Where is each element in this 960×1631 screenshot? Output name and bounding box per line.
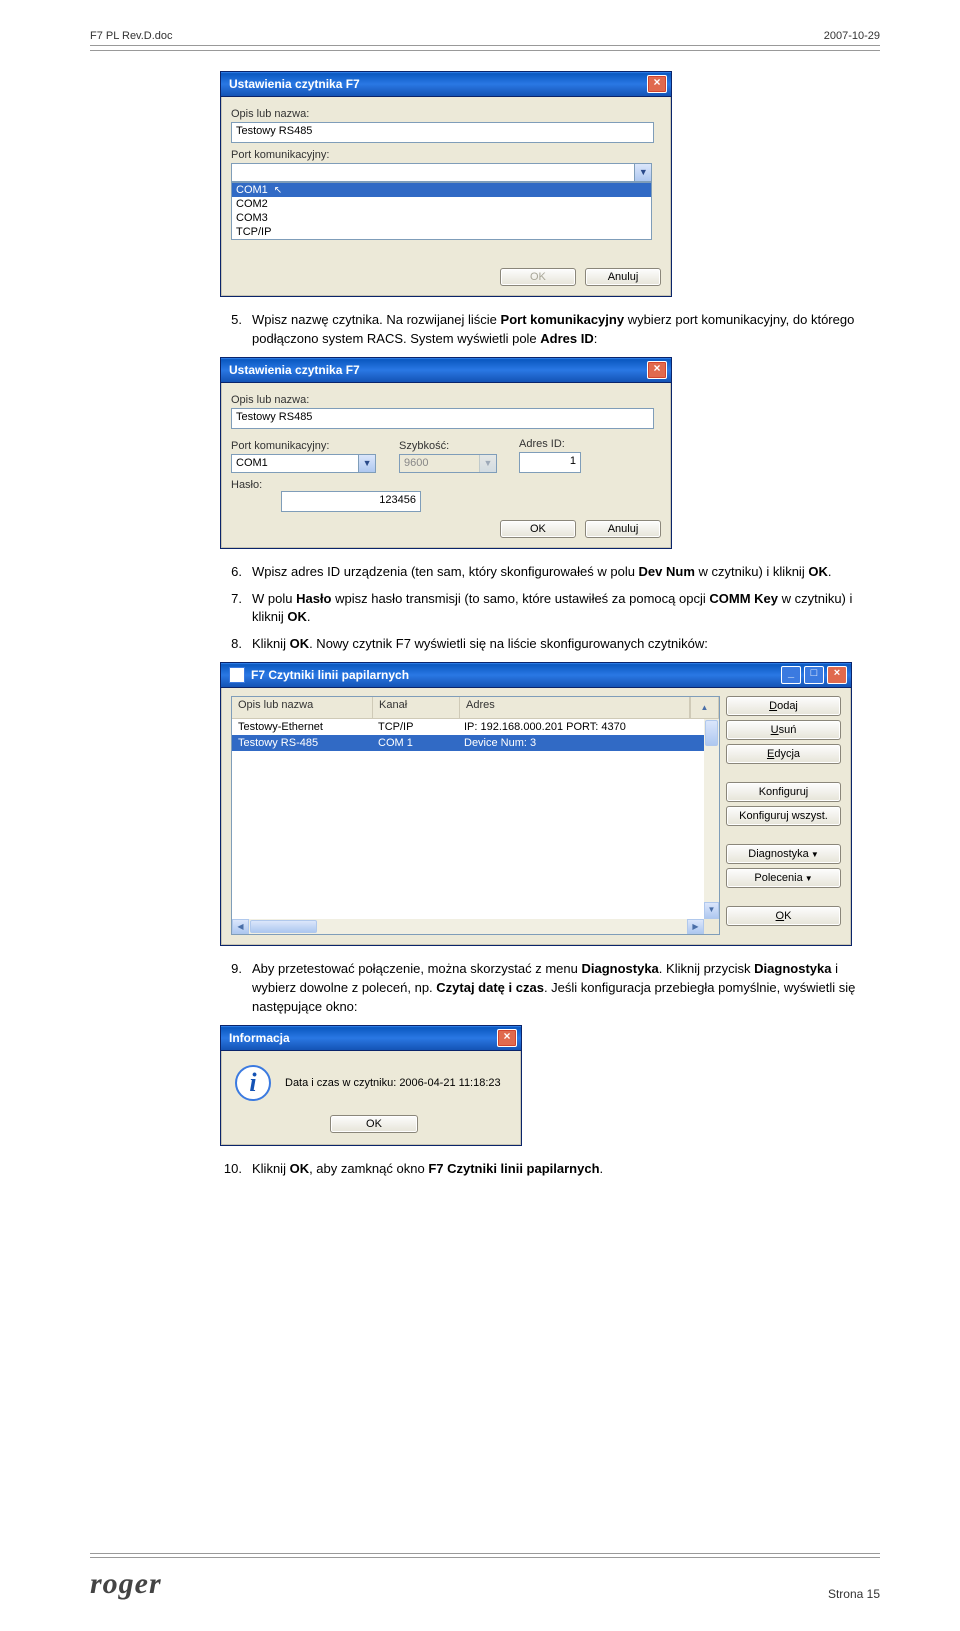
scroll-corner	[704, 919, 719, 934]
window-title: Ustawienia czytnika F7	[229, 77, 360, 91]
chevron-down-icon: ▼	[811, 850, 819, 859]
step-5: 5. Wpisz nazwę czytnika. Na rozwijanej l…	[220, 311, 860, 349]
col-opis[interactable]: Opis lub nazwa	[232, 697, 373, 718]
scroll-left-icon[interactable]: ◀	[232, 919, 249, 934]
cancel-button[interactable]: Anuluj	[585, 520, 661, 538]
step-6: 6. Wpisz adres ID urządzenia (ten sam, k…	[220, 563, 860, 582]
port-label: Port komunikacyjny:	[231, 440, 379, 452]
cancel-button[interactable]: Anuluj	[585, 268, 661, 286]
page-header: F7 PL Rev.D.doc 2007-10-29	[90, 30, 880, 46]
port-combo[interactable]: COM1 ▼	[231, 454, 376, 473]
port-option-com3[interactable]: COM3	[232, 211, 651, 225]
configure-all-button[interactable]: Konfiguruj wszyst.	[726, 806, 841, 826]
chevron-down-icon[interactable]: ▼	[634, 164, 651, 181]
header-right: 2007-10-29	[824, 30, 880, 42]
szybkosc-combo[interactable]: 9600 ▼	[399, 454, 497, 473]
scroll-up-icon[interactable]: ▲	[690, 697, 719, 718]
port-option-tcpip[interactable]: TCP/IP	[232, 225, 651, 239]
ok-button[interactable]: OK	[330, 1115, 418, 1133]
scroll-thumb[interactable]	[250, 920, 317, 933]
haslo-field[interactable]: 123456	[281, 491, 421, 512]
window-title: Informacja	[229, 1031, 290, 1045]
adres-label: Adres ID:	[519, 438, 599, 450]
szybkosc-label: Szybkość:	[399, 440, 499, 452]
delete-button[interactable]: Usuń	[726, 720, 841, 740]
port-dropdown: COM1↖ COM2 COM3 TCP/IP	[231, 182, 652, 240]
edit-button[interactable]: Edycja	[726, 744, 841, 764]
step-num: 5.	[220, 311, 242, 349]
opis-field[interactable]: Testowy RS485	[231, 122, 654, 143]
titlebar[interactable]: F7 Czytniki linii papilarnych _ □ ×	[221, 663, 851, 688]
close-icon[interactable]: ×	[647, 75, 667, 93]
chevron-down-icon[interactable]: ▼	[358, 455, 375, 472]
titlebar[interactable]: Ustawienia czytnika F7 ×	[221, 72, 671, 97]
chevron-down-icon: ▼	[805, 874, 813, 883]
header-left: F7 PL Rev.D.doc	[90, 30, 173, 42]
ok-button[interactable]: OK	[726, 906, 841, 926]
port-combo[interactable]: ▼ COM1↖ COM2 COM3 TCP/IP	[231, 163, 652, 182]
side-buttons: Dodaj Usuń Edycja Konfiguruj Konfiguruj …	[726, 696, 841, 935]
grid-header: Opis lub nazwa Kanał Adres ▲	[232, 697, 719, 719]
scroll-right-icon[interactable]: ▶	[687, 919, 704, 934]
opis-label: Opis lub nazwa:	[231, 108, 661, 120]
table-row[interactable]: Testowy-Ethernet TCP/IP IP: 192.168.000.…	[232, 719, 719, 735]
window-title: Ustawienia czytnika F7	[229, 363, 360, 377]
window-title: F7 Czytniki linii papilarnych	[251, 668, 409, 682]
maximize-icon[interactable]: □	[804, 666, 824, 684]
step-7: 7. W polu Hasło wpisz hasło transmisji (…	[220, 590, 860, 628]
opis-field[interactable]: Testowy RS485	[231, 408, 654, 429]
page-number: Strona 15	[828, 1587, 880, 1601]
diagnostics-button[interactable]: Diagnostyka▼	[726, 844, 841, 864]
ok-button[interactable]: OK	[500, 268, 576, 286]
info-message: Data i czas w czytniku: 2006-04-21 11:18…	[285, 1077, 501, 1089]
add-button[interactable]: Dodaj	[726, 696, 841, 716]
step-8: 8. Kliknij OK. Nowy czytnik F7 wyświetli…	[220, 635, 860, 654]
info-icon: i	[235, 1065, 271, 1101]
col-kanal[interactable]: Kanał	[373, 697, 460, 718]
cursor-icon: ↖	[274, 185, 282, 196]
settings-window-open-combo: Ustawienia czytnika F7 × Opis lub nazwa:…	[220, 71, 672, 297]
port-option-com1[interactable]: COM1↖	[232, 183, 651, 197]
opis-label: Opis lub nazwa:	[231, 394, 661, 406]
scroll-thumb[interactable]	[705, 720, 718, 746]
port-combo-value[interactable]	[231, 163, 652, 182]
titlebar[interactable]: Ustawienia czytnika F7 ×	[221, 358, 671, 383]
chevron-down-icon[interactable]: ▼	[479, 455, 496, 472]
horizontal-scrollbar[interactable]: ◀ ▶	[232, 919, 704, 934]
readers-list-window: F7 Czytniki linii papilarnych _ □ × Opis…	[220, 662, 852, 946]
info-dialog: Informacja × i Data i czas w czytniku: 2…	[220, 1025, 522, 1146]
readers-grid: Opis lub nazwa Kanał Adres ▲ Testowy-Eth…	[231, 696, 720, 935]
minimize-icon[interactable]: _	[781, 666, 801, 684]
close-icon[interactable]: ×	[647, 361, 667, 379]
adres-field[interactable]: 1	[519, 452, 581, 473]
configure-button[interactable]: Konfiguruj	[726, 782, 841, 802]
col-adres[interactable]: Adres	[460, 697, 690, 718]
ok-button[interactable]: OK	[500, 520, 576, 538]
haslo-label: Hasło:	[231, 479, 262, 491]
close-icon[interactable]: ×	[827, 666, 847, 684]
close-icon[interactable]: ×	[497, 1029, 517, 1047]
footer-logo: roger	[90, 1567, 162, 1601]
settings-window-filled: Ustawienia czytnika F7 × Opis lub nazwa:…	[220, 357, 672, 549]
vertical-scrollbar[interactable]: ▼	[704, 719, 719, 919]
app-icon	[229, 667, 245, 683]
step-10: 10. Kliknij OK, aby zamknąć okno F7 Czyt…	[220, 1160, 860, 1179]
step-9: 9. Aby przetestować połączenie, można sk…	[220, 960, 860, 1017]
port-option-com2[interactable]: COM2	[232, 197, 651, 211]
table-row[interactable]: Testowy RS-485 COM 1 Device Num: 3	[232, 735, 719, 751]
titlebar[interactable]: Informacja ×	[221, 1026, 521, 1051]
port-value[interactable]: COM1	[231, 454, 376, 473]
scroll-down-icon[interactable]: ▼	[704, 902, 719, 919]
commands-button[interactable]: Polecenia▼	[726, 868, 841, 888]
port-label: Port komunikacyjny:	[231, 149, 661, 161]
